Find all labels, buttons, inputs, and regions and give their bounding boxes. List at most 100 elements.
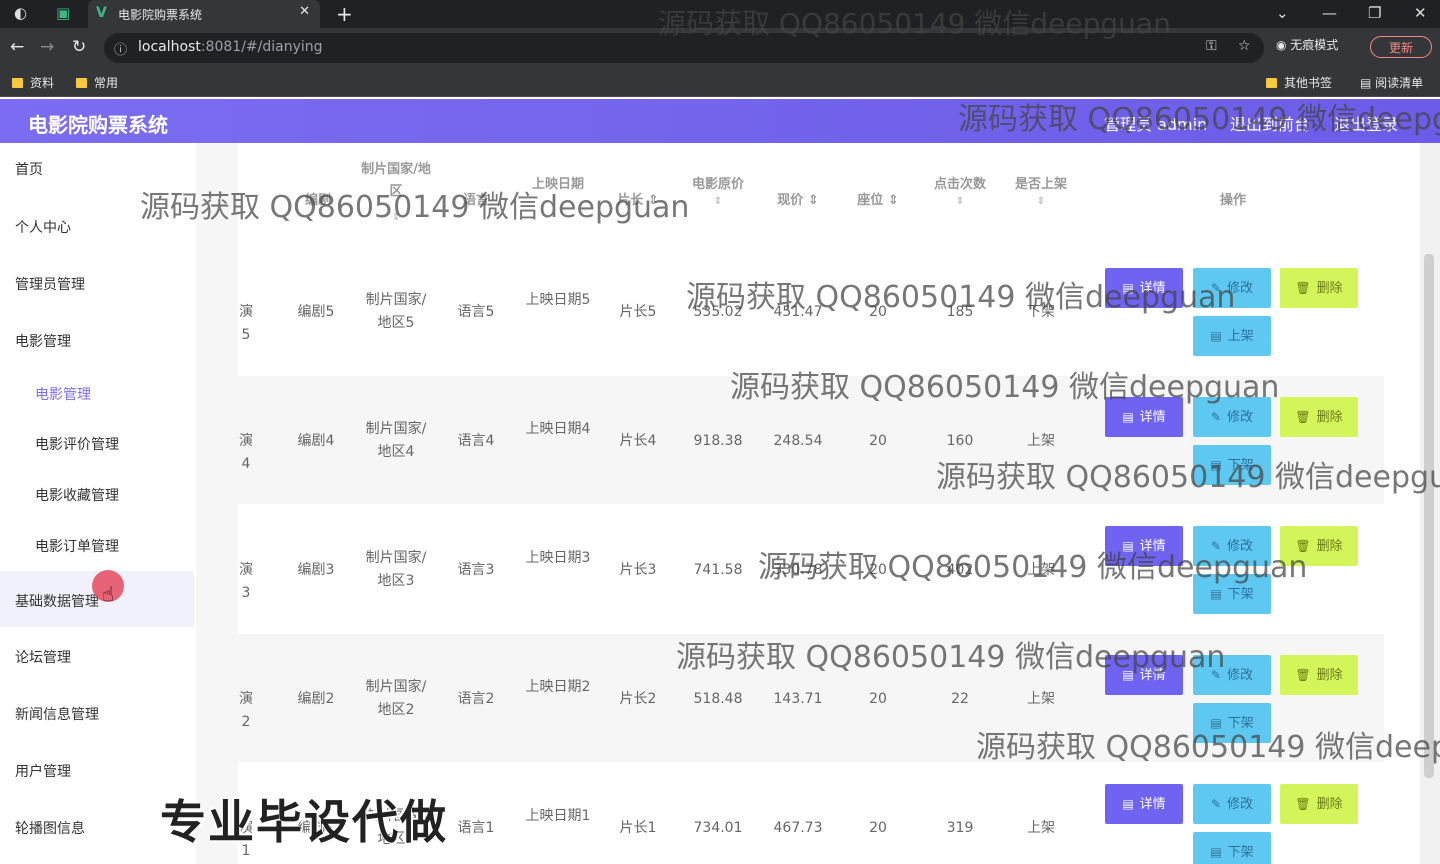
sidebar-item-movie[interactable]: 电影管理 — [0, 384, 194, 408]
cell-on-shelf: 上架 — [1027, 691, 1055, 707]
window-close-icon[interactable]: ✕ — [1414, 4, 1427, 22]
sidebar-item-forum[interactable]: 论坛管理 — [0, 647, 194, 671]
sidebar-item-movie-review[interactable]: 电影评价管理 — [0, 434, 194, 458]
shelf-toggle-button[interactable]: ▤ 上架 — [1193, 316, 1271, 356]
sidebar-item-movie-favorite[interactable]: 电影收藏管理 — [0, 485, 194, 509]
cell-length: 片长2 — [619, 691, 657, 707]
cell-writer: 编剧2 — [297, 691, 335, 707]
folder-icon — [1266, 78, 1277, 88]
document-icon: ▤ — [1122, 797, 1134, 811]
sidebar-item-movie-group[interactable]: 电影管理 — [0, 331, 194, 355]
sidebar: 首页 个人中心 管理员管理 电影管理 电影管理 电影评价管理 电影收藏管理 电影… — [0, 143, 197, 864]
cell-seat: 20 — [869, 820, 887, 836]
cell-length: 片长4 — [619, 433, 657, 449]
cell-on-shelf: 上架 — [1027, 433, 1055, 449]
delete-button[interactable]: 🗑 删除 — [1280, 655, 1358, 695]
tab-group-icon[interactable]: ▣ — [56, 4, 70, 22]
browser-tab[interactable]: V 电影院购票系统 ✕ — [88, 0, 320, 28]
delete-button[interactable]: 🗑 删除 — [1280, 784, 1358, 824]
cell-clicks: 22 — [951, 691, 969, 707]
sidebar-item-users[interactable]: 用户管理 — [0, 761, 194, 785]
shelf-toggle-button[interactable]: ▤ 下架 — [1193, 832, 1271, 864]
watermark: 源码获取 QQ86050149 微信deepguan — [686, 280, 1236, 315]
bookmark-folder-changyong[interactable]: 常用 — [76, 74, 118, 91]
url-text: localhost:8081/#/dianying — [138, 39, 323, 55]
key-icon[interactable]: ⚿ — [1206, 38, 1217, 54]
browser-menu-icon[interactable]: ◐ — [14, 4, 27, 22]
forward-icon[interactable]: → — [40, 37, 54, 57]
reading-list[interactable]: ▤ 阅读清单 — [1360, 74, 1423, 91]
minimize-icon[interactable]: — — [1322, 4, 1337, 22]
cell-release-date: 上映日期4 — [525, 421, 591, 437]
cell-actor: 演4 — [239, 433, 253, 472]
incognito-indicator[interactable]: ◉ 无痕模式 — [1276, 36, 1338, 53]
delete-button[interactable]: 🗑 删除 — [1280, 268, 1358, 308]
sort-icon[interactable]: ⇕ — [1002, 196, 1080, 207]
delete-button[interactable]: 🗑 删除 — [1280, 397, 1358, 437]
tab-search-icon[interactable]: ⌄ — [1276, 4, 1289, 22]
cell-language: 语言1 — [457, 820, 495, 836]
edit-button[interactable]: ✎ 修改 — [1193, 784, 1271, 824]
cell-release-date: 上映日期5 — [525, 292, 591, 308]
cell-country: 制片国家/地区3 — [365, 550, 427, 589]
new-tab-icon[interactable]: + — [336, 2, 353, 26]
trash-icon: 🗑 — [1295, 410, 1311, 424]
cell-length: 片长1 — [619, 820, 657, 836]
sort-icon[interactable]: ⇕ — [678, 196, 758, 207]
bookmarks-bar: 资料 常用 其他书签 ▤ 阅读清单 — [0, 68, 1440, 97]
cell-on-shelf: 上架 — [1027, 820, 1055, 836]
cell-country: 制片国家/地区5 — [365, 292, 427, 331]
promo-watermark: 专业毕设代做 — [160, 795, 448, 849]
bookmark-star-icon[interactable]: ☆ — [1238, 38, 1251, 54]
cell-actor: 演3 — [239, 562, 253, 601]
update-button[interactable]: 更新 — [1370, 36, 1432, 58]
folder-icon — [76, 78, 87, 88]
cell-country: 制片国家/地区2 — [365, 679, 427, 718]
cell-actor: 演5 — [239, 304, 253, 343]
sidebar-item-movie-order[interactable]: 电影订单管理 — [0, 536, 194, 560]
restore-icon[interactable]: ❐ — [1368, 4, 1381, 22]
sidebar-item-news[interactable]: 新闻信息管理 — [0, 704, 194, 728]
trash-icon: 🗑 — [1295, 797, 1311, 811]
cell-language: 语言3 — [457, 562, 495, 578]
watermark: 源码获取 QQ86050149 微信deepguan — [936, 460, 1440, 495]
pencil-icon: ✎ — [1210, 410, 1222, 424]
close-tab-icon[interactable]: ✕ — [299, 4, 310, 19]
reload-icon[interactable]: ↻ — [72, 37, 86, 57]
cell-original-price: 741.58 — [693, 562, 743, 578]
watermark: 源码获取 QQ86050149 微信deepguan — [140, 190, 690, 225]
document-icon: ▤ — [1210, 845, 1222, 859]
trash-icon: 🗑 — [1295, 281, 1311, 295]
cell-language: 语言4 — [457, 433, 495, 449]
tab-title: 电影院购票系统 — [118, 8, 203, 22]
sort-icon[interactable]: ⇕ — [803, 193, 819, 208]
cell-seat: 20 — [869, 433, 887, 449]
detail-button[interactable]: ▤ 详情 — [1105, 784, 1183, 824]
content-gutter — [196, 143, 238, 864]
sort-icon[interactable]: ⇕ — [883, 193, 899, 208]
cell-original-price: 918.38 — [693, 433, 743, 449]
watermark: 源码获取 QQ86050149 微信deepguan — [758, 550, 1308, 585]
vue-favicon-icon: V — [96, 5, 107, 21]
cell-actor: 演2 — [239, 691, 253, 730]
cell-original-price: 518.48 — [693, 691, 743, 707]
cell-price: 143.71 — [773, 691, 823, 707]
folder-icon — [12, 78, 23, 88]
pencil-icon: ✎ — [1210, 797, 1222, 811]
cell-clicks: 160 — [946, 433, 974, 449]
site-info-icon[interactable]: ⓘ — [114, 39, 127, 58]
app-brand: 电影院购票系统 — [28, 113, 168, 137]
trash-icon: 🗑 — [1295, 668, 1311, 682]
sort-icon[interactable]: ⇕ — [918, 196, 1002, 207]
other-bookmarks[interactable]: 其他书签 — [1266, 74, 1332, 91]
back-icon[interactable]: ← — [10, 37, 24, 57]
bookmark-folder-ziliao[interactable]: 资料 — [12, 74, 54, 91]
cell-writer: 编剧5 — [297, 304, 335, 320]
sidebar-item-home[interactable]: 首页 — [0, 159, 194, 183]
sidebar-item-admin[interactable]: 管理员管理 — [0, 274, 194, 298]
cell-clicks: 319 — [946, 820, 974, 836]
reading-list-icon: ▤ — [1360, 76, 1376, 90]
cell-price: 467.73 — [773, 820, 823, 836]
document-icon: ▤ — [1210, 587, 1222, 601]
scrollbar-thumb[interactable] — [1424, 254, 1434, 778]
